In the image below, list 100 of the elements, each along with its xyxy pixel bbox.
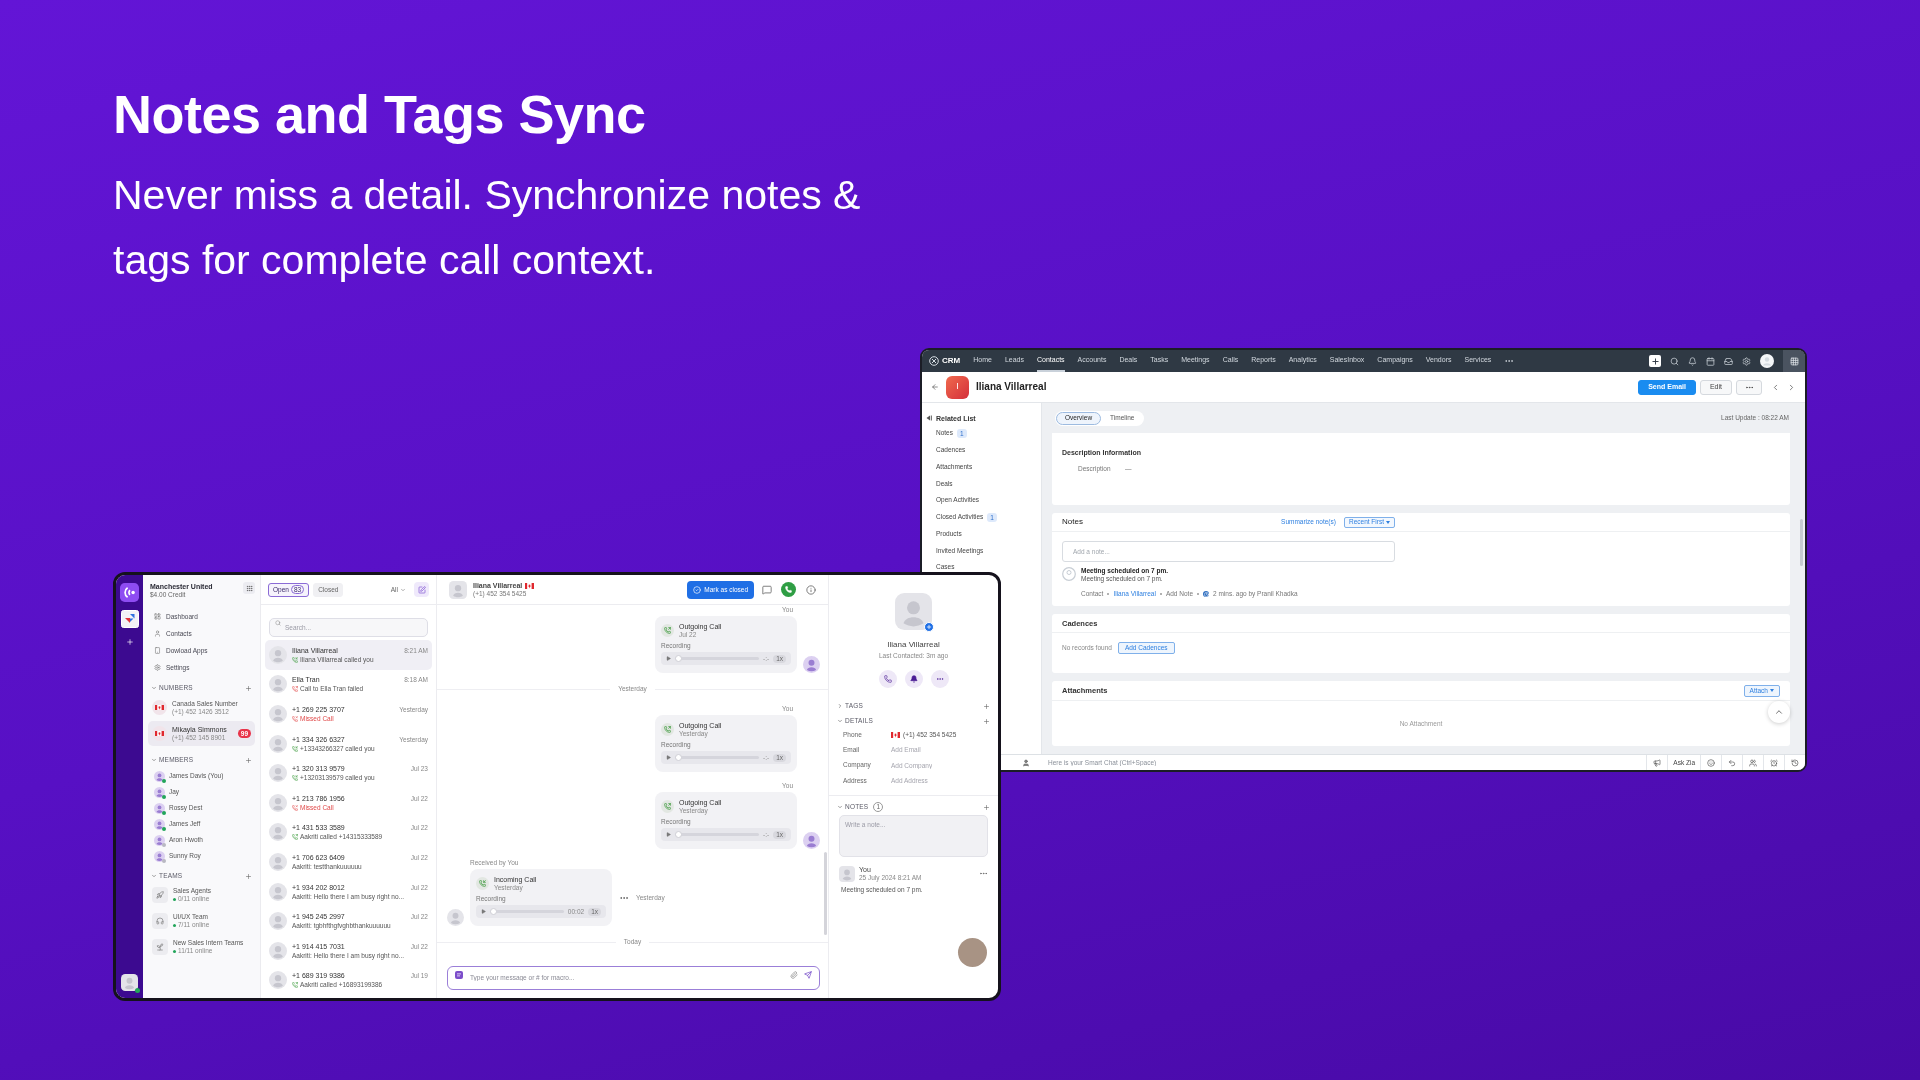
- message-icon[interactable]: [762, 584, 772, 595]
- call-button[interactable]: [781, 582, 796, 597]
- chevron-down-icon[interactable]: [837, 718, 843, 724]
- chevron-down-icon[interactable]: [837, 804, 843, 811]
- contact-initial-avatar: I: [946, 375, 969, 399]
- contact-name: Iliana Villarreal: [887, 640, 940, 650]
- collapse-icon[interactable]: [926, 415, 932, 421]
- bell-icon[interactable]: [1688, 356, 1697, 366]
- caret-down-icon: [1770, 689, 1774, 692]
- phone-incoming-icon: [292, 656, 298, 663]
- inbox-icon[interactable]: [1724, 356, 1733, 366]
- chevron-right-icon[interactable]: [837, 703, 843, 709]
- contact-avatar-icon: [269, 912, 287, 931]
- phone-outgoing-icon: [292, 834, 298, 841]
- add-icon[interactable]: [1649, 355, 1661, 367]
- contact-avatar-icon: [269, 645, 287, 664]
- play-icon[interactable]: [481, 909, 486, 914]
- chevron-down-icon[interactable]: [151, 873, 157, 879]
- contact-avatar-icon: [269, 823, 287, 842]
- search-icon: [275, 619, 281, 626]
- audio-progress-thumb[interactable]: [675, 655, 682, 662]
- canada-flag-icon: [152, 726, 167, 741]
- megaphone-icon[interactable]: [1653, 758, 1662, 767]
- check-circle-icon: [693, 585, 702, 594]
- phone-outgoing-icon: [661, 723, 674, 736]
- photo-placeholder[interactable]: [958, 938, 987, 967]
- member-avatar-icon: [154, 834, 165, 846]
- phone-icon: [785, 586, 792, 593]
- chevron-down-icon[interactable]: [151, 685, 157, 691]
- user-avatar-icon: [839, 865, 855, 882]
- more-icon: [935, 675, 944, 683]
- alarm-clock-icon[interactable]: [1770, 758, 1778, 767]
- canada-flag-icon: [525, 582, 535, 589]
- contact-avatar-icon: [269, 675, 287, 694]
- dashboard-icon: [154, 613, 161, 620]
- dialpad-button[interactable]: [243, 582, 255, 594]
- member-avatar-icon: [154, 850, 165, 862]
- paperclip-icon[interactable]: [790, 971, 798, 979]
- contact-avatar-icon: [895, 593, 932, 630]
- add-photo-icon[interactable]: [924, 622, 934, 632]
- reminder-button[interactable]: [904, 670, 923, 688]
- profile-avatar-icon[interactable]: [1760, 354, 1774, 368]
- template-icon[interactable]: [455, 971, 463, 979]
- play-icon[interactable]: [666, 656, 671, 661]
- back-arrow-icon[interactable]: [931, 383, 939, 391]
- more-button[interactable]: [930, 670, 949, 688]
- add-workspace-icon[interactable]: [125, 638, 134, 646]
- chevron-up-icon: [1774, 707, 1784, 717]
- audio-progress-thumb[interactable]: [675, 831, 682, 838]
- play-icon[interactable]: [666, 755, 671, 760]
- smartphone-icon: [154, 647, 161, 654]
- chevron-down-icon: [400, 586, 406, 593]
- contact-avatar-icon: [269, 941, 287, 960]
- calendar-icon[interactable]: [1706, 356, 1715, 366]
- previous-icon[interactable]: [1771, 382, 1780, 392]
- crm-logo-icon[interactable]: [929, 356, 939, 366]
- send-icon[interactable]: [804, 971, 812, 979]
- user-icon[interactable]: [1022, 758, 1030, 767]
- undo-icon[interactable]: [1728, 758, 1736, 767]
- next-icon[interactable]: [1787, 382, 1796, 392]
- chevron-down-icon[interactable]: [151, 757, 157, 763]
- sprout-icon: [152, 939, 168, 955]
- info-icon[interactable]: [806, 584, 816, 595]
- note-avatar-icon: [1062, 567, 1076, 581]
- contact-avatar-icon: [269, 793, 287, 812]
- rocket-icon: [152, 887, 168, 903]
- contact-avatar-icon: [269, 764, 287, 783]
- workspace-logo-icon[interactable]: [120, 610, 139, 628]
- audio-progress-thumb[interactable]: [490, 908, 497, 915]
- search-icon[interactable]: [1670, 356, 1679, 366]
- phone-incoming-icon: [476, 877, 489, 890]
- phone-outgoing-icon: [292, 686, 298, 693]
- audio-progress-thumb[interactable]: [675, 754, 682, 761]
- bell-icon: [909, 675, 918, 683]
- scrollbar-thumb[interactable]: [1800, 519, 1803, 566]
- member-avatar-icon: [154, 786, 165, 798]
- contact-avatar-icon: [269, 971, 287, 990]
- phone-incoming-icon: [292, 745, 298, 752]
- canada-flag-icon: [891, 731, 900, 738]
- call-button[interactable]: [878, 670, 897, 688]
- phone-outgoing-icon: [661, 624, 674, 637]
- caret-down-icon: [1386, 520, 1390, 524]
- missed-call-icon: [292, 716, 298, 722]
- users-icon[interactable]: [1749, 758, 1757, 767]
- user-icon: [154, 630, 161, 637]
- apps-grid-icon[interactable]: [1783, 350, 1805, 372]
- phone-incoming-icon: [292, 775, 298, 782]
- compose-button[interactable]: [414, 582, 429, 597]
- history-icon[interactable]: [1791, 758, 1799, 767]
- record-name: Iliana Villarreal: [976, 381, 1047, 393]
- settings-icon[interactable]: [1742, 356, 1751, 366]
- card-title: Notes: [1062, 517, 1083, 527]
- phone-icon: [883, 675, 892, 683]
- user-avatar-icon: [121, 974, 138, 991]
- play-icon[interactable]: [666, 832, 671, 837]
- app-logo-icon[interactable]: [120, 583, 139, 602]
- member-avatar-icon: [154, 818, 165, 830]
- contact-avatar-icon: [269, 852, 287, 871]
- smile-icon[interactable]: [1707, 758, 1715, 767]
- contact-avatar-icon: [449, 580, 467, 599]
